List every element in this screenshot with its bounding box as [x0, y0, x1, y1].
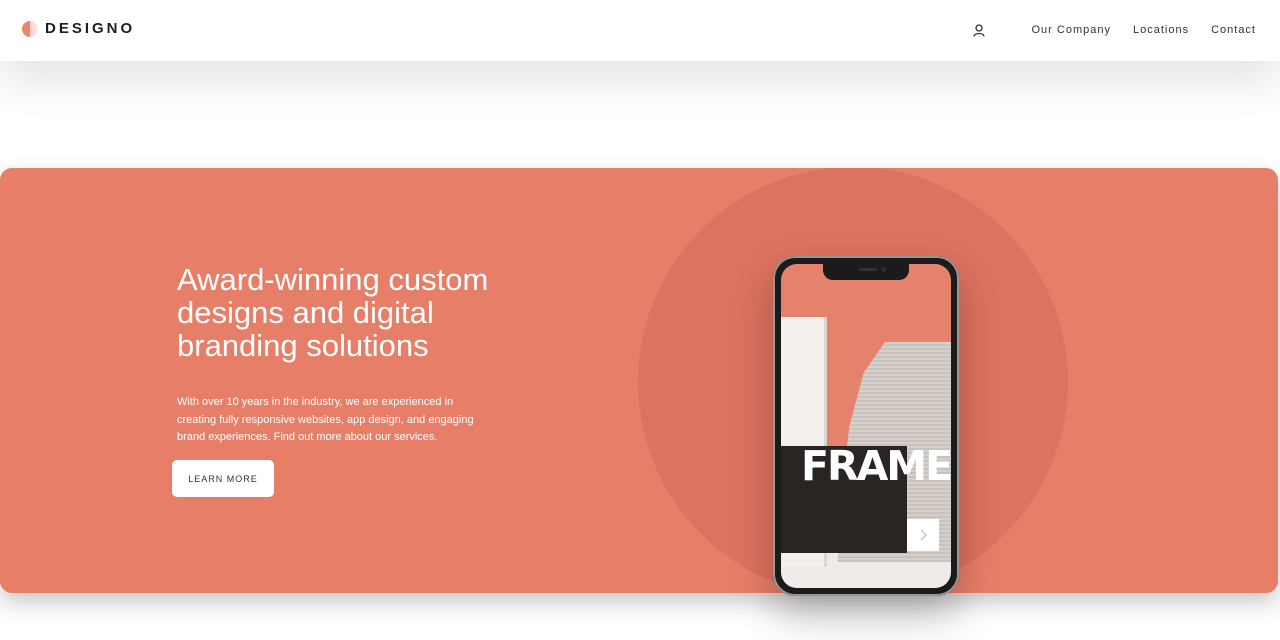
- site-header: DESIGNO Our Company Locations Contact: [0, 0, 1280, 61]
- hero-section: Award-winning custom designs and digital…: [0, 168, 1278, 593]
- hero-title: Award-winning custom designs and digital…: [177, 262, 489, 363]
- phone-mockup: FRAME: [773, 256, 959, 596]
- nav-link-our-company[interactable]: Our Company: [1032, 22, 1111, 38]
- chevron-right-icon: [920, 529, 927, 541]
- logo-text: DESIGNO: [45, 20, 136, 37]
- hero-description: With over 10 years in the industry, we a…: [177, 396, 474, 443]
- user-icon[interactable]: [971, 22, 987, 38]
- screen-headline: FRAME: [801, 442, 951, 490]
- phone-speaker: [859, 268, 877, 271]
- phone-screen: FRAME: [781, 264, 951, 588]
- logo[interactable]: DESIGNO: [22, 20, 135, 37]
- screen-next-button[interactable]: [907, 519, 939, 551]
- phone-notch: [823, 264, 909, 280]
- nav-link-contact[interactable]: Contact: [1211, 22, 1256, 38]
- main-nav: Our Company Locations Contact: [971, 22, 1257, 38]
- nav-link-locations[interactable]: Locations: [1133, 22, 1189, 38]
- phone-camera: [881, 267, 886, 272]
- learn-more-button[interactable]: LEARN MORE: [172, 460, 274, 497]
- logo-mark-icon: [22, 20, 38, 37]
